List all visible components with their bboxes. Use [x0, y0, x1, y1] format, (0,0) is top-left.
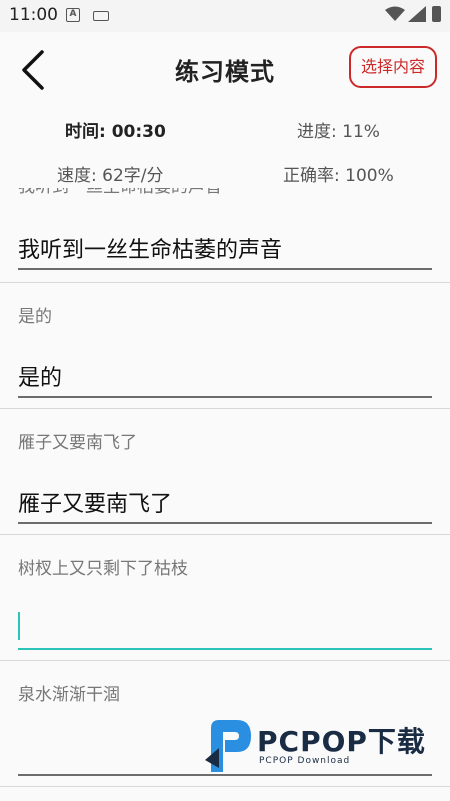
input-underline: [18, 268, 432, 270]
accuracy-stat: 正确率: 100%: [283, 166, 394, 186]
watermark: PCPOP下载 PCPOP Download: [205, 718, 445, 774]
watermark-text: PCPOP下载: [257, 725, 426, 758]
answer-text[interactable]: 雁子又要南飞了: [18, 486, 172, 518]
list-item-active: 树杈上又只剩下了枯枝: [0, 534, 450, 661]
prompt-text: 泉水渐渐干涸: [18, 685, 120, 705]
app-header: 练习模式 选择内容: [0, 32, 450, 104]
signal-icon: [408, 6, 426, 22]
practice-list[interactable]: 我听到一丝生命枯萎的声音 我听到一丝生命枯萎的声音 是的 是的 雁子又要南飞了 …: [0, 188, 450, 801]
wifi-icon: [385, 6, 405, 21]
input-underline: [18, 396, 432, 398]
prompt-text: 是的: [18, 307, 52, 327]
keyboard-icon: [93, 11, 109, 21]
list-item: 雁子又要南飞了 雁子又要南飞了: [0, 408, 450, 535]
prompt-text: 树杈上又只剩下了枯枝: [18, 559, 188, 579]
select-content-button[interactable]: 选择内容: [349, 46, 437, 88]
status-time: 11:00: [9, 5, 58, 25]
list-item: 是的 是的: [0, 282, 450, 409]
list-item: 我听到一丝生命枯萎的声音 我听到一丝生命枯萎的声音: [0, 188, 450, 283]
watermark-subtext: PCPOP Download: [259, 756, 351, 766]
text-cursor: [18, 612, 20, 640]
battery-icon: [432, 6, 441, 22]
speed-stat: 速度: 62字/分: [57, 166, 164, 186]
prompt-text: 我听到一丝生命枯萎的声音: [18, 188, 222, 197]
input-underline: [18, 774, 432, 776]
status-bar: 11:00 A: [0, 0, 450, 32]
answer-text[interactable]: 是的: [18, 360, 62, 392]
pcpop-logo-icon: [205, 720, 251, 772]
progress-stat: 进度: 11%: [297, 122, 380, 142]
input-underline: [18, 522, 432, 524]
app-notification-icon: A: [66, 8, 80, 22]
answer-text[interactable]: 我听到一丝生命枯萎的声音: [18, 232, 282, 264]
elapsed-time: 时间: 00:30: [65, 122, 166, 142]
input-underline-active: [18, 648, 432, 650]
prompt-text: 雁子又要南飞了: [18, 433, 137, 453]
